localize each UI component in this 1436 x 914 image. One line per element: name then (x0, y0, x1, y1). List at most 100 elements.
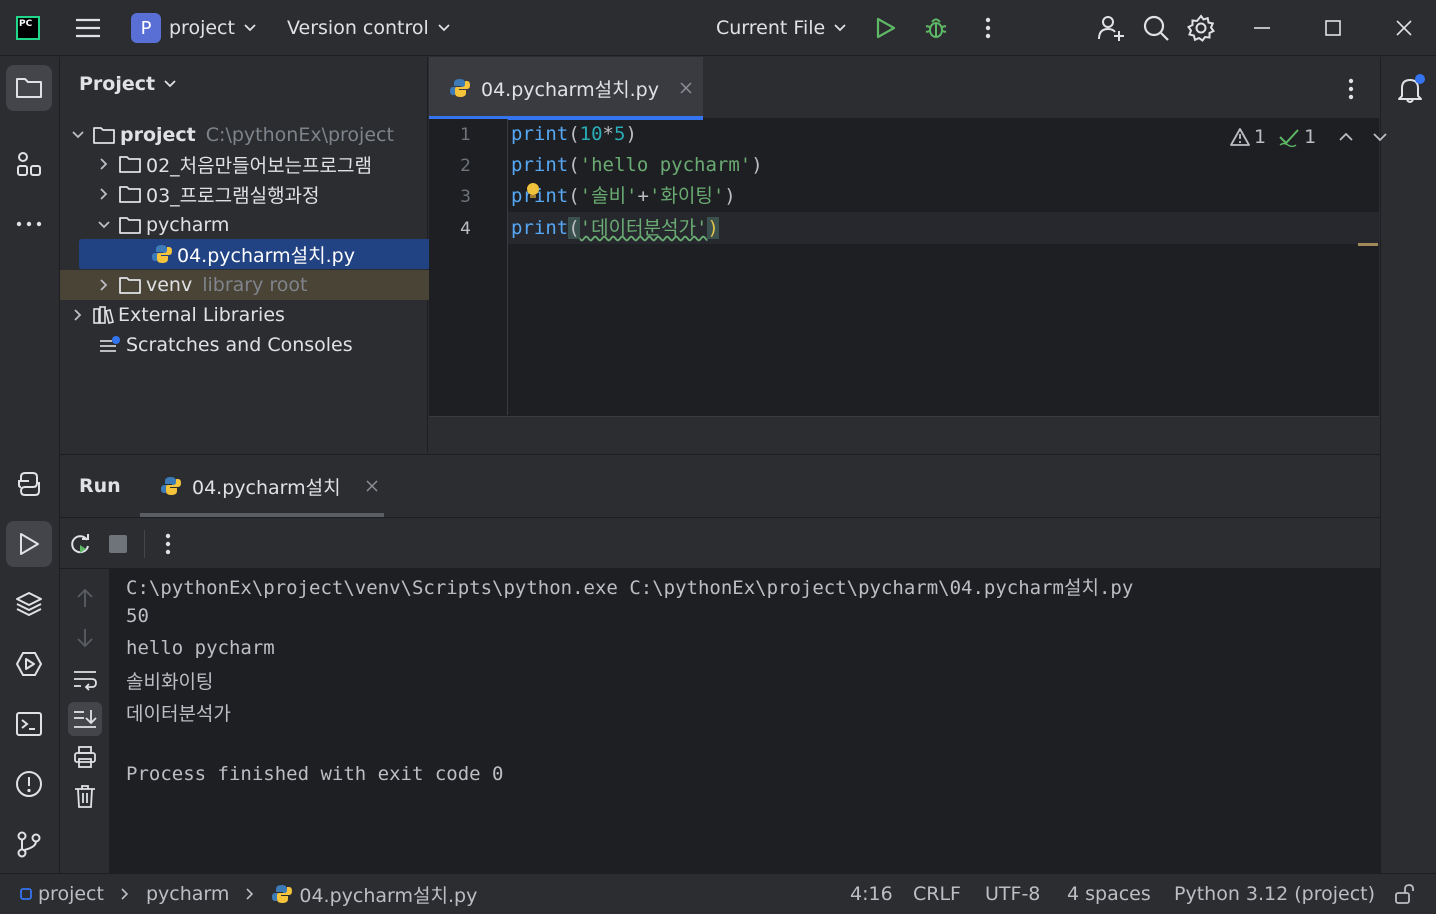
close-window-button[interactable] (1394, 0, 1414, 56)
project-panel-title: Project (79, 73, 156, 95)
editor-panel: 04.pycharm설치.py 1 2 3 4 print(10*5) prin… (429, 57, 1387, 453)
tree-item-venv-folder[interactable]: venv library root (60, 270, 462, 300)
notifications-button[interactable] (1395, 73, 1427, 105)
printer-icon (74, 746, 96, 768)
next-highlight-button[interactable] (1372, 131, 1388, 143)
scroll-to-end-button[interactable] (68, 702, 102, 736)
chevron-down-icon (834, 24, 846, 32)
hamburger-icon (76, 18, 100, 38)
play-icon (876, 17, 896, 39)
breadcrumb-file[interactable]: 04.pycharm설치.py (271, 881, 477, 908)
project-switcher[interactable]: P project (131, 0, 257, 56)
arrow-down-icon (77, 629, 93, 648)
inspection-widget[interactable]: 1 1 (1230, 126, 1388, 148)
line-separator[interactable]: CRLF (913, 874, 961, 914)
intention-bulb[interactable] (525, 182, 541, 200)
scroll-to-end-icon (74, 710, 97, 728)
close-run-tab-button[interactable] (365, 479, 379, 493)
print-button[interactable] (73, 745, 97, 769)
run-button[interactable] (873, 0, 897, 56)
tree-item-03-folder[interactable]: 03_프로그램실행과정 (60, 179, 462, 209)
editor-bottom-area (429, 416, 1379, 453)
tree-item-label: 02_처음만들어보는프로그램 (146, 154, 372, 177)
search-icon (1143, 15, 1169, 41)
tree-item-label: venv (146, 274, 193, 296)
editor-tab-options-button[interactable] (1341, 77, 1361, 101)
tree-item-external-libraries[interactable]: External Libraries (60, 300, 436, 330)
breadcrumb-label: 04.pycharm설치.py (299, 884, 478, 907)
git-tool-button[interactable] (6, 821, 52, 867)
version-control-menu[interactable]: Version control (287, 0, 451, 56)
tree-item-project-root[interactable]: project C:\pythonEx\project (60, 120, 436, 150)
chevron-right-icon (246, 888, 254, 900)
close-icon (1396, 20, 1412, 36)
breadcrumb-project[interactable]: project (20, 883, 104, 905)
tree-item-label: pycharm (146, 214, 230, 236)
editor-tab[interactable]: 04.pycharm설치.py (429, 57, 703, 120)
structure-tool-button[interactable] (6, 141, 52, 187)
scrollbar-warning-marker[interactable] (1358, 243, 1378, 246)
code-line-2: print('hello pycharm') (511, 154, 763, 176)
weak-warning-count: 1 (1304, 126, 1317, 148)
run-config-selector[interactable]: Current File (716, 0, 847, 56)
version-control-label: Version control (287, 17, 429, 39)
caret-position[interactable]: 4:16 (850, 874, 893, 914)
problems-tool-button[interactable] (6, 761, 52, 807)
run-tab[interactable]: 04.pycharm설치 (140, 455, 384, 517)
more-tools-button[interactable] (6, 201, 52, 247)
tree-item-pycharm-folder[interactable]: pycharm (60, 210, 462, 240)
project-tool-button[interactable] (6, 65, 52, 111)
maximize-button[interactable] (1323, 0, 1343, 56)
tree-item-selected-file[interactable]: 04.pycharm설치.py (79, 239, 482, 269)
previous-highlight-button[interactable] (1338, 131, 1354, 143)
code-with-me-button[interactable] (1096, 0, 1126, 56)
run-tool-button[interactable] (6, 521, 52, 567)
maximize-icon (1325, 20, 1341, 36)
python-packages-button[interactable] (6, 461, 52, 507)
console-line: Process finished with exit code 0 (126, 763, 504, 785)
editor-tab-label: 04.pycharm설치.py (481, 78, 659, 101)
tree-item-scratches[interactable]: Scratches and Consoles (60, 330, 456, 360)
project-badge: P (131, 13, 161, 43)
gear-icon (1187, 14, 1215, 42)
scroll-down-button[interactable] (74, 627, 96, 649)
minimize-button[interactable] (1252, 0, 1272, 56)
settings-button[interactable] (1186, 0, 1216, 56)
code-area[interactable]: print(10*5) print('hello pycharm') print… (429, 119, 1379, 415)
main-menu-button[interactable] (74, 0, 102, 56)
layers-tool-button[interactable] (6, 581, 52, 627)
services-tool-button[interactable] (6, 641, 52, 687)
left-tool-strip (0, 57, 60, 873)
python-interpreter[interactable]: Python 3.12 (project) (1174, 874, 1375, 914)
terminal-tool-button[interactable] (6, 701, 52, 747)
add-user-icon (1098, 16, 1124, 41)
scroll-up-button[interactable] (74, 587, 96, 609)
scratches-icon (100, 336, 120, 352)
rerun-button[interactable] (68, 532, 92, 556)
indent-setting[interactable]: 4 spaces (1067, 874, 1151, 914)
stop-button[interactable] (108, 534, 128, 554)
app-logo[interactable]: PC (16, 0, 40, 56)
search-button[interactable] (1142, 0, 1170, 56)
run-more-actions-button[interactable] (158, 532, 178, 556)
chevron-right-icon (100, 279, 108, 291)
debug-button[interactable] (923, 0, 949, 56)
layers-icon (16, 592, 42, 616)
project-panel-header[interactable]: Project (79, 73, 177, 95)
run-toolbar (60, 517, 1380, 569)
more-actions-button[interactable] (978, 0, 998, 56)
tree-item-02-folder[interactable]: 02_처음만들어보는프로그램 (60, 149, 462, 179)
tree-item-hint: library root (202, 274, 308, 296)
clear-all-button[interactable] (73, 783, 97, 809)
structure-icon (17, 152, 41, 176)
close-icon (366, 480, 378, 492)
soft-wrap-button[interactable] (72, 667, 98, 691)
close-tab-button[interactable] (679, 81, 693, 95)
console-output[interactable]: C:\pythonEx\project\venv\Scripts\python.… (110, 569, 1380, 874)
chevron-down-icon (244, 24, 256, 32)
bug-icon (925, 18, 947, 38)
file-encoding[interactable]: UTF-8 (985, 874, 1040, 914)
read-only-toggle[interactable] (1394, 874, 1416, 914)
breadcrumb-pycharm[interactable]: pycharm (146, 883, 229, 905)
title-bar: PC P project Version control Current Fil… (0, 0, 1436, 56)
